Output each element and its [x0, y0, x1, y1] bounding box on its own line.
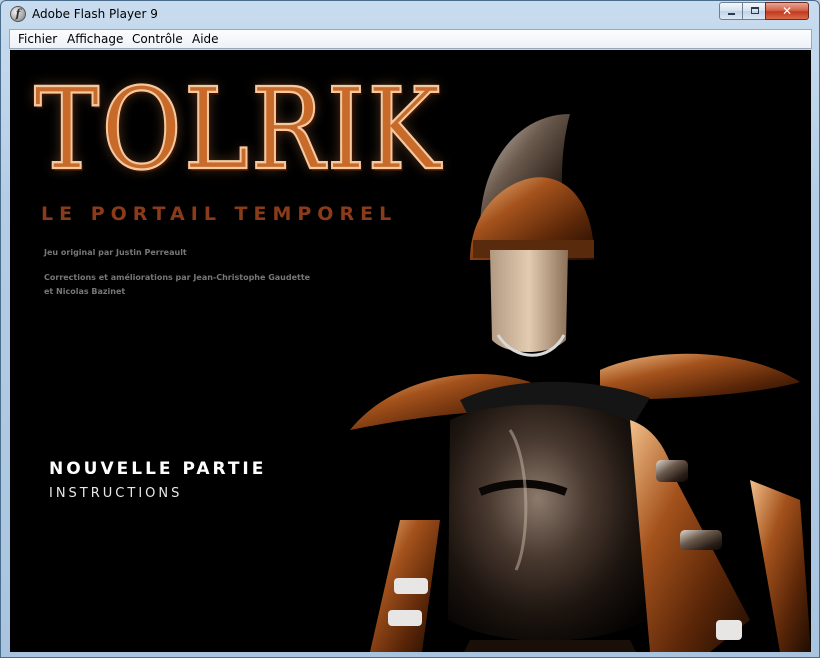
- maximize-button[interactable]: [742, 2, 766, 20]
- title-bar[interactable]: f Adobe Flash Player 9 ✕: [1, 1, 819, 29]
- flash-app-icon[interactable]: f: [10, 6, 26, 22]
- game-subtitle: LE PORTAIL TEMPOREL: [41, 203, 398, 225]
- menu-aide[interactable]: Aide: [192, 32, 219, 46]
- close-button[interactable]: ✕: [765, 2, 809, 20]
- menu-bar: Fichier Affichage Contrôle Aide: [9, 29, 812, 49]
- game-logo: TOLRIK: [33, 64, 443, 196]
- menu-affichage[interactable]: Affichage: [67, 32, 123, 46]
- minimize-button[interactable]: [719, 2, 743, 20]
- maximize-icon: [751, 7, 759, 14]
- menu-fichier[interactable]: Fichier: [18, 32, 57, 46]
- menu-controle[interactable]: Contrôle: [132, 32, 183, 46]
- credit-additional: et Nicolas Bazinet: [44, 287, 126, 296]
- minimize-icon: [728, 13, 735, 15]
- new-game-button[interactable]: NOUVELLE PARTIE: [49, 459, 266, 479]
- instructions-button[interactable]: INSTRUCTIONS: [49, 486, 182, 501]
- flash-stage: TOLRIK LE PORTAIL TEMPOREL Jeu original …: [10, 50, 811, 652]
- credit-original: Jeu original par Justin Perreault: [44, 248, 187, 257]
- flash-player-window: f Adobe Flash Player 9 ✕ Fichier Afficha…: [0, 0, 820, 658]
- window-title: Adobe Flash Player 9: [32, 7, 158, 21]
- credit-corrections: Corrections et améliorations par Jean-Ch…: [44, 273, 311, 282]
- close-icon: ✕: [781, 4, 793, 18]
